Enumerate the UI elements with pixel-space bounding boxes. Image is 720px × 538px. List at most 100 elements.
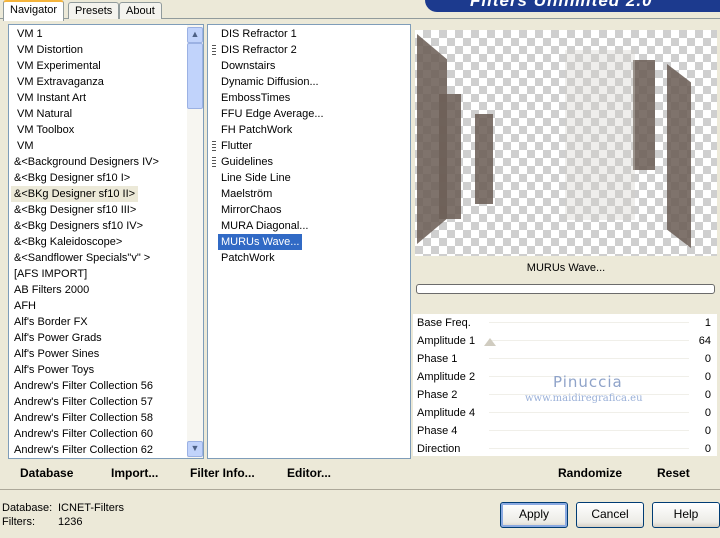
category-item[interactable]: Alf's Power Grads (14, 330, 102, 346)
category-item[interactable]: AFH (14, 298, 36, 314)
category-item[interactable]: Andrew's Filter Collection 57 (14, 394, 153, 410)
filter-item[interactable]: Maelström (221, 186, 272, 202)
parameter-value: 0 (704, 443, 711, 455)
parameter-value: 64 (698, 335, 711, 347)
import-button[interactable]: Import... (111, 466, 158, 480)
parameter-slider[interactable] (489, 358, 689, 359)
filter-item[interactable]: MURUs Wave... (218, 234, 303, 250)
parameter-value: 0 (704, 353, 711, 365)
category-item[interactable]: &<BKg Designer sf10 II> (11, 186, 139, 202)
category-item[interactable]: VM Distortion (17, 42, 83, 58)
parameter-value: 0 (704, 425, 711, 437)
parameter-slider[interactable] (489, 448, 689, 449)
parameter-slider[interactable] (489, 412, 689, 413)
category-list[interactable]: VM 1 VM Distortion VM Experimental VM Extra… (8, 24, 204, 459)
filter-item[interactable]: Flutter (221, 138, 252, 154)
preview-image (415, 30, 717, 256)
preview-shade (565, 50, 635, 220)
category-item[interactable]: Alf's Power Sines (14, 346, 99, 362)
category-item[interactable]: VM Extravaganza (17, 74, 104, 90)
filter-item[interactable]: Line Side Line (221, 170, 291, 186)
parameter-row[interactable]: Base Freq. 1 (413, 314, 717, 332)
filter-item[interactable]: FFU Edge Average... (221, 106, 324, 122)
scroll-thumb[interactable] (187, 43, 203, 109)
filter-item[interactable]: Dynamic Diffusion... (221, 74, 319, 90)
tab-about[interactable]: About (119, 2, 162, 19)
scroll-up-icon[interactable]: ▲ (187, 27, 203, 43)
parameter-label: Direction (417, 443, 461, 455)
filter-item[interactable]: PatchWork (221, 250, 275, 266)
category-item[interactable]: &<Bkg Designer sf10 III> (14, 202, 136, 218)
banner-title: Filters Unlimited 2.0 (470, 0, 653, 10)
watermark-name: Pinuccia (553, 373, 623, 391)
category-item[interactable]: VM Experimental (17, 58, 101, 74)
parameter-label: Phase 2 (417, 389, 458, 401)
reset-button[interactable]: Reset (657, 466, 690, 480)
filter-item[interactable]: DIS Refractor 1 (221, 26, 297, 42)
category-item[interactable]: &<Bkg Designer sf10 I> (14, 170, 130, 186)
category-item[interactable]: Andrew's Filter Collection 62 (14, 442, 153, 458)
filter-item[interactable]: Guidelines (221, 154, 273, 170)
preview-shape (667, 64, 691, 248)
apply-button[interactable]: Apply (500, 502, 568, 528)
filter-item[interactable]: MURA Diagonal... (221, 218, 308, 234)
filter-marker-icon (212, 141, 216, 152)
category-item[interactable]: &<Bkg Designers sf10 IV> (14, 218, 143, 234)
tab-presets[interactable]: Presets (68, 2, 120, 19)
parameter-row[interactable]: Amplitude 1 64 (413, 332, 717, 350)
preview-shape (439, 94, 461, 219)
editor-button[interactable]: Editor... (287, 466, 331, 480)
category-item[interactable]: Alf's Border FX (14, 314, 88, 330)
filter-marker-icon (212, 45, 216, 56)
filter-item[interactable]: DIS Refractor 2 (221, 42, 297, 58)
progress-bar (416, 284, 715, 294)
category-item[interactable]: [AFS IMPORT] (14, 266, 87, 282)
filter-item[interactable]: MirrorChaos (221, 202, 282, 218)
database-label: Database: (2, 502, 53, 514)
randomize-button[interactable]: Randomize (558, 466, 622, 480)
parameter-slider[interactable] (489, 430, 689, 431)
category-item[interactable]: Andrew's Filter Collection 60 (14, 426, 153, 442)
category-scrollbar[interactable]: ▲ ▼ (187, 25, 203, 458)
preview-shape (475, 114, 493, 204)
parameter-row[interactable]: Amplitude 4 0 (413, 404, 717, 422)
category-item[interactable]: &<Background Designers IV> (14, 154, 159, 170)
filter-list[interactable]: DIS Refractor 1 DIS Refractor 2 Downstairs… (207, 24, 411, 459)
category-item[interactable]: VM Toolbox (17, 122, 74, 138)
filter-info-button[interactable]: Filter Info... (190, 466, 255, 480)
category-item[interactable]: Andrew's Filter Collection 56 (14, 378, 153, 394)
category-item[interactable]: &<Bkg Kaleidoscope> (14, 234, 122, 250)
category-item[interactable]: Alf's Power Toys (14, 362, 94, 378)
category-item[interactable]: VM 1 (17, 26, 43, 42)
preview-shape (633, 60, 655, 170)
filter-item[interactable]: Downstairs (221, 58, 275, 74)
category-item[interactable]: &<Sandflower Specials"v" > (14, 250, 150, 266)
parameter-label: Amplitude 2 (417, 371, 476, 383)
filter-marker-icon (212, 157, 216, 168)
parameter-label: Base Freq. (417, 317, 471, 329)
parameter-row[interactable]: Direction 0 (413, 440, 717, 458)
parameter-label: Phase 4 (417, 425, 458, 437)
tab-navigator[interactable]: Navigator (3, 0, 65, 21)
database-button[interactable]: Database (20, 466, 73, 480)
parameter-row[interactable]: Phase 4 0 (413, 422, 717, 440)
category-item[interactable]: Andrew's Filter Collection 58 (14, 410, 153, 426)
category-item[interactable]: VM Instant Art (17, 90, 86, 106)
parameter-value: 0 (704, 389, 711, 401)
parameter-value: 0 (704, 371, 711, 383)
parameter-slider[interactable] (489, 322, 689, 323)
filter-item[interactable]: FH PatchWork (221, 122, 292, 138)
category-item[interactable]: VM (17, 138, 34, 154)
category-item[interactable]: VM Natural (17, 106, 72, 122)
parameter-value: 0 (704, 407, 711, 419)
help-button[interactable]: Help (652, 502, 720, 528)
parameter-slider[interactable] (489, 340, 689, 341)
category-item[interactable]: AB Filters 2000 (14, 282, 89, 298)
filter-item[interactable]: EmbossTimes (221, 90, 290, 106)
filters-count: 1236 (58, 516, 83, 528)
cancel-button[interactable]: Cancel (576, 502, 644, 528)
scroll-down-icon[interactable]: ▼ (187, 441, 203, 457)
database-value: ICNET-Filters (58, 502, 124, 514)
parameter-row[interactable]: Phase 1 0 (413, 350, 717, 368)
parameter-value: 1 (704, 317, 711, 329)
